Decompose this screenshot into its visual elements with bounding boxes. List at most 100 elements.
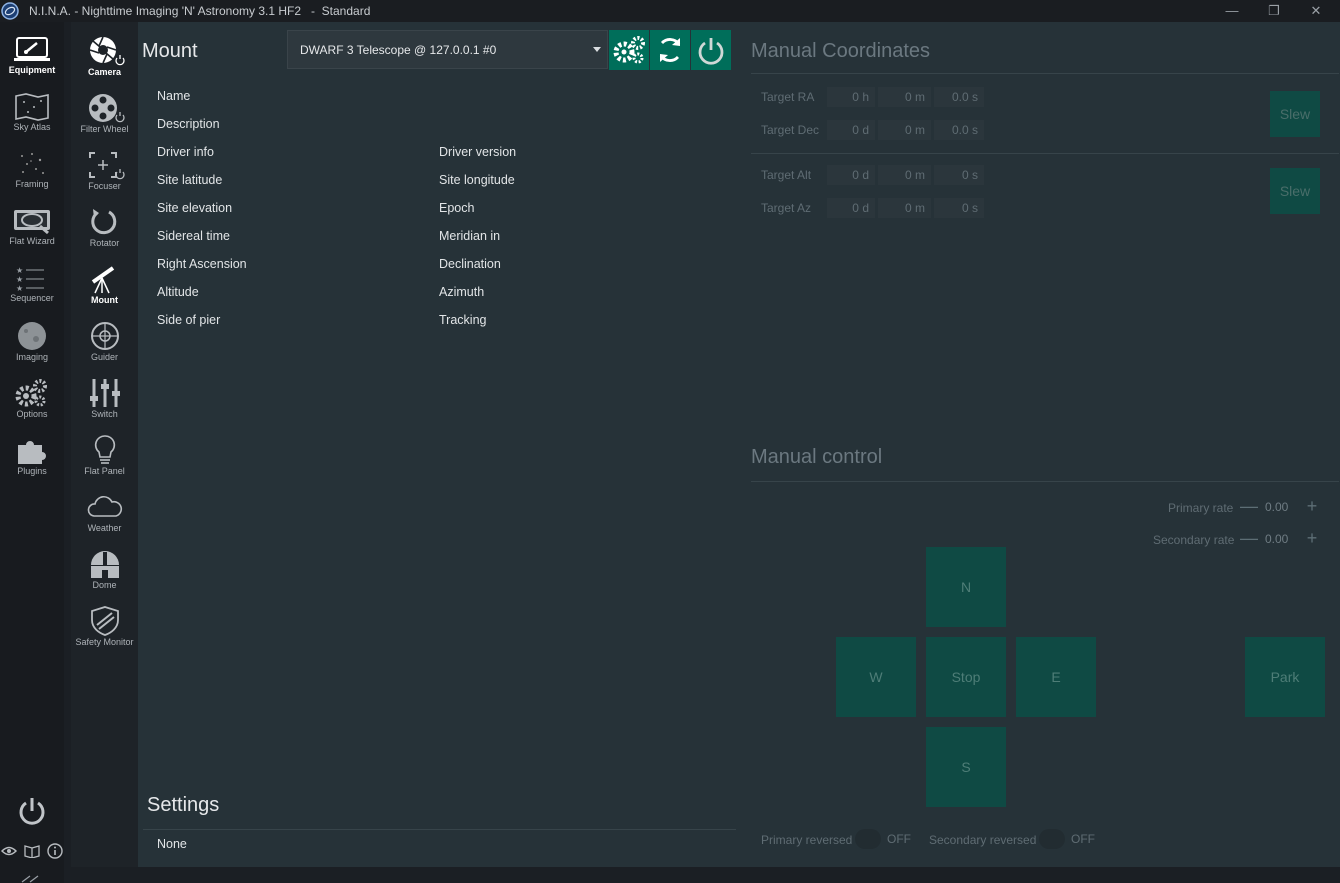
refresh-icon: [659, 38, 681, 62]
target-alt-seconds-field[interactable]: 0 s: [934, 165, 984, 185]
slew-altaz-button[interactable]: Slew: [1270, 168, 1320, 214]
nav-plugins[interactable]: Plugins: [0, 435, 64, 476]
primary-reversed-toggle[interactable]: [855, 829, 881, 849]
secondary-reversed-toggle[interactable]: [1039, 829, 1065, 849]
info-label-altitude: Altitude: [157, 285, 199, 299]
book-icon[interactable]: [24, 844, 40, 858]
move-west-button[interactable]: W: [836, 637, 916, 717]
secondary-rate-value[interactable]: 0.00: [1265, 532, 1288, 546]
target-az-seconds-field[interactable]: 0 s: [934, 198, 984, 218]
primary-rate-value[interactable]: 0.00: [1265, 500, 1288, 514]
info-label-meridian-in: Meridian in: [439, 229, 501, 243]
sequencer-icon: ★ ★ ★: [16, 266, 44, 292]
target-dec-seconds-field[interactable]: 0.0 s: [934, 120, 984, 140]
target-dec-degrees-field[interactable]: 0 d: [827, 120, 875, 140]
info-label-name: Name: [157, 89, 191, 103]
nav-options[interactable]: Options: [0, 378, 64, 419]
nav-label: Equipment: [8, 65, 56, 75]
info-label-description: Description: [157, 117, 220, 131]
settings-divider: [143, 829, 736, 830]
nav-flat-panel[interactable]: Flat Panel: [71, 435, 138, 476]
secondary-reversed-state: OFF: [1071, 832, 1095, 846]
secondary-rate-decrease-button[interactable]: —: [1238, 528, 1260, 550]
mount-device-select[interactable]: DWARF 3 Telescope @ 127.0.0.1 #0: [287, 30, 608, 69]
mount-connect-button[interactable]: [691, 30, 731, 70]
cloud-icon: [87, 496, 122, 517]
nav-dome[interactable]: Dome: [71, 549, 138, 590]
nav-label: Flat Panel: [84, 466, 125, 476]
options-icon: [15, 379, 47, 407]
shield-icon: [90, 606, 119, 636]
secondary-rate-increase-button[interactable]: +: [1301, 528, 1323, 550]
nav-label: Plugins: [17, 466, 47, 476]
nav-sky-atlas[interactable]: Sky Atlas: [0, 93, 64, 132]
chevron-down-icon: [593, 47, 601, 52]
collapse-icon[interactable]: [20, 875, 42, 883]
target-ra-seconds-field[interactable]: 0.0 s: [934, 87, 984, 107]
nav-label: Imaging: [15, 352, 49, 362]
stop-button[interactable]: Stop: [926, 637, 1006, 717]
nav-equipment[interactable]: Equipment: [0, 36, 64, 75]
power-icon[interactable]: [17, 795, 47, 827]
coordinates-divider: [751, 73, 1339, 74]
nav-label: Framing: [15, 179, 49, 189]
flat-wizard-icon: [14, 210, 50, 235]
primary-rate-label: Primary rate: [1168, 501, 1234, 515]
nav-label: Options: [16, 409, 48, 419]
primary-reversed-label: Primary reversed: [761, 833, 853, 847]
info-label-driver-version: Driver version: [439, 145, 517, 159]
rotator-icon: [90, 209, 116, 235]
info-label-right-ascension: Right Ascension: [157, 257, 247, 271]
manual-control-title: Manual control: [751, 446, 883, 468]
mount-refresh-button[interactable]: [650, 30, 690, 70]
target-ra-minutes-field[interactable]: 0 m: [878, 87, 931, 107]
nav-weather[interactable]: Weather: [71, 492, 138, 533]
nav-switch[interactable]: Switch: [71, 378, 138, 419]
nav-safety-monitor[interactable]: Safety Monitor: [71, 606, 138, 647]
target-alt-minutes-field[interactable]: 0 m: [878, 165, 931, 185]
target-alt-label: Target Alt: [761, 168, 812, 182]
nav-flat-wizard[interactable]: Flat Wizard: [0, 207, 64, 246]
secondary-rate-label: Secondary rate: [1153, 533, 1235, 547]
framing-icon: [21, 153, 44, 174]
svg-text:★: ★: [16, 284, 23, 292]
nav-imaging[interactable]: Imaging: [0, 321, 64, 362]
info-icon[interactable]: [47, 843, 63, 859]
nav-mount[interactable]: Mount: [71, 264, 138, 305]
nav-label: Sequencer: [10, 293, 54, 303]
target-ra-hours-field[interactable]: 0 h: [827, 87, 875, 107]
guider-icon: [90, 322, 119, 350]
primary-rate-increase-button[interactable]: +: [1301, 496, 1323, 518]
move-east-button[interactable]: E: [1016, 637, 1096, 717]
close-button[interactable]: ✕: [1306, 2, 1326, 20]
target-az-degrees-field[interactable]: 0 d: [827, 198, 875, 218]
nav-label: Dome: [92, 580, 117, 590]
nav-label: Camera: [87, 67, 122, 77]
target-dec-minutes-field[interactable]: 0 m: [878, 120, 931, 140]
nav-camera[interactable]: Camera: [71, 36, 138, 77]
manual-control-divider: [751, 481, 1339, 482]
minimize-button[interactable]: —: [1222, 2, 1242, 20]
eye-icon[interactable]: [1, 844, 17, 858]
nav-framing[interactable]: Framing: [0, 150, 64, 189]
nav-label: Flat Wizard: [9, 236, 55, 246]
park-button[interactable]: Park: [1245, 637, 1325, 717]
move-south-button[interactable]: S: [926, 727, 1006, 807]
nav-label: Guider: [90, 352, 118, 362]
mount-settings-button[interactable]: [609, 30, 649, 70]
nav-focuser[interactable]: Focuser: [71, 150, 138, 191]
target-alt-degrees-field[interactable]: 0 d: [827, 165, 875, 185]
info-label-site-longitude: Site longitude: [439, 173, 515, 187]
nav-filter-wheel[interactable]: Filter Wheel: [71, 93, 138, 134]
slew-radec-button[interactable]: Slew: [1270, 91, 1320, 137]
target-dec-label: Target Dec: [761, 123, 820, 137]
nav-label: Switch: [91, 409, 118, 419]
move-north-button[interactable]: N: [926, 547, 1006, 627]
maximize-button[interactable]: ❐: [1264, 2, 1284, 20]
primary-rate-decrease-button[interactable]: —: [1238, 496, 1260, 518]
nav-sequencer[interactable]: ★ ★ ★ Sequencer: [0, 264, 64, 303]
target-az-minutes-field[interactable]: 0 m: [878, 198, 931, 218]
window-title: N.I.N.A. - Nighttime Imaging 'N' Astrono…: [29, 4, 371, 18]
nav-rotator[interactable]: Rotator: [71, 207, 138, 248]
nav-guider[interactable]: Guider: [71, 321, 138, 362]
